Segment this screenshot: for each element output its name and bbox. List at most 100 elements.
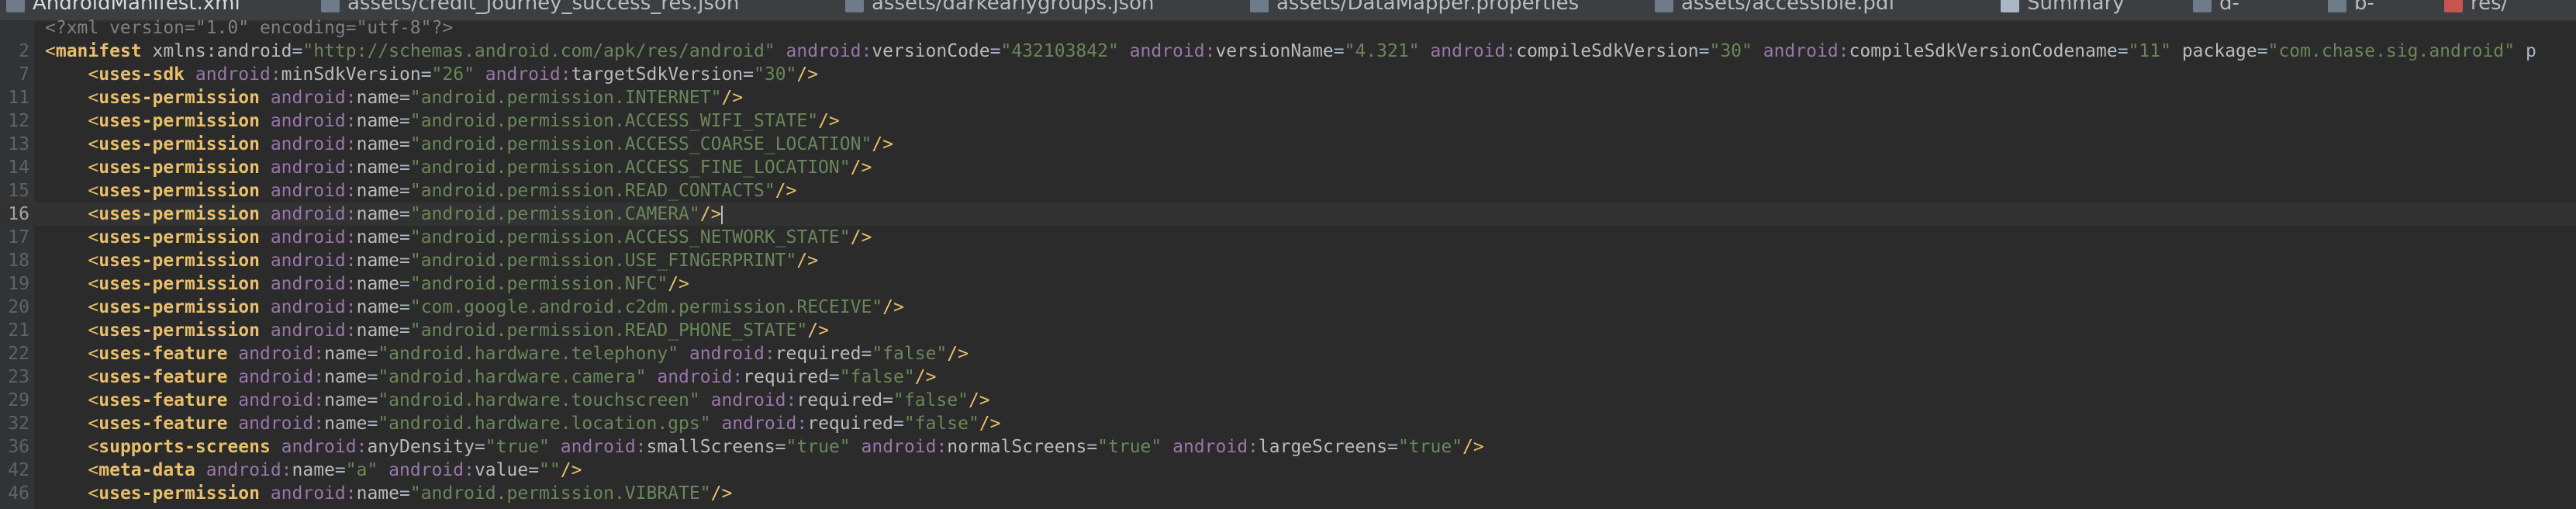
equals-sign: = [399,88,410,108]
attribute-namespace: android: [238,344,325,364]
whitespace: p [2515,41,2536,61]
attribute-value: "30" [754,64,797,85]
tag-bracket: /> [721,88,744,108]
attribute-name: name [356,111,399,131]
tab-androidmanifest-xml[interactable]: AndroidManifest.xml [6,0,240,16]
code-text: <uses-feature android:name="android.hard… [45,342,969,365]
tag-bracket: < [88,181,99,201]
attribute-value: "android.hardware.telephony" [378,344,679,364]
attribute-namespace: android: [205,460,292,480]
xml-file-icon [6,0,25,12]
equals-sign: = [1333,41,1345,61]
line-number: 16 [8,204,29,224]
attribute-value: "true" [1097,437,1162,457]
tab-assets-accessible-pdf[interactable]: assets/accessible.pdf [1655,0,1896,16]
attribute-namespace: android: [238,390,325,410]
code-line[interactable]: 20 <uses-permission android:name="com.go… [0,296,2576,319]
attribute-namespace: android: [1763,41,1849,61]
res-folder-icon [2444,0,2463,12]
attribute-name: name [356,204,399,224]
attribute-value: "false" [903,414,979,434]
code-line[interactable]: 36 <supports-screens android:anyDensity=… [0,435,2576,459]
attribute-value: "android.hardware.location.gps" [378,414,711,434]
equals-sign: = [399,297,410,317]
tag-bracket: /> [775,181,797,201]
attribute-name: name [324,414,368,434]
attribute-name: name [356,297,399,317]
tag-bracket: < [88,64,99,85]
tag-bracket: /> [796,64,819,85]
code-text: <uses-permission android:name="android.p… [45,226,872,249]
tab-summary[interactable]: Summary [2001,0,2125,16]
tab-assets-datamapper-properties[interactable]: assets/DataMapper.properties [1250,0,1579,16]
code-line[interactable]: 16 <uses-permission android:name="androi… [0,203,2576,226]
equals-sign: = [399,134,410,154]
code-line[interactable]: 42 <meta-data android:name="a" android:v… [0,459,2576,482]
line-number: 22 [8,344,29,364]
code-line[interactable]: 2 <manifest xmlns:android="http://schemas… [0,40,2576,63]
attribute-namespace: android: [270,227,357,248]
tab-d[interactable]: d- [2193,0,2239,16]
attribute-name: smallScreens [646,437,775,457]
attribute-value: "android.permission.ACCESS_COARSE_LOCATI… [409,134,872,154]
equals-sign: = [1698,41,1710,61]
code-line[interactable]: 19 <uses-permission android:name="androi… [0,272,2576,296]
code-line[interactable]: 17 <uses-permission android:name="androi… [0,226,2576,249]
code-line[interactable]: 46 <uses-permission android:name="androi… [0,482,2576,505]
xml-declaration: <?xml version="1.0" encoding="utf-8"?> [45,18,454,38]
code-line[interactable]: <?xml version="1.0" encoding="utf-8"?> [0,16,2576,40]
tag-name: uses-permission [98,320,260,341]
attribute-name: anyDensity [367,437,475,457]
code-line[interactable]: 23 <uses-feature android:name="android.h… [0,365,2576,389]
code-line[interactable]: 13 <uses-permission android:name="androi… [0,133,2576,156]
tag-name: uses-permission [98,274,260,294]
tab-assets-credit-journey-success-res-json[interactable]: assets/credit_journey_success_res.json [321,0,739,16]
code-line[interactable]: 7 <uses-sdk android:minSdkVersion="26" a… [0,63,2576,86]
equals-sign: = [399,181,410,201]
code-line[interactable]: 18 <uses-permission android:name="androi… [0,249,2576,272]
attribute-name: name [356,251,399,271]
line-number: 46 [8,483,29,504]
tag-bracket: < [88,204,99,224]
equals-sign: = [743,64,754,85]
tab-res[interactable]: res/ [2444,0,2508,16]
code-line[interactable]: 11 <uses-permission android:name="androi… [0,86,2576,109]
attribute-value: "true" [485,437,550,457]
attribute-namespace: android: [270,204,357,224]
code-line[interactable]: 22 <uses-feature android:name="android.h… [0,342,2576,365]
code-line[interactable]: 12 <uses-permission android:name="androi… [0,109,2576,133]
code-line[interactable]: 32 <uses-feature android:name="android.h… [0,412,2576,435]
code-line[interactable]: 14 <uses-permission android:name="androi… [0,156,2576,179]
code-line[interactable]: 15 <uses-permission android:name="androi… [0,179,2576,203]
line-number: 18 [8,251,29,271]
tab-label: assets/darkearlygroups.json [872,0,1155,15]
summary-icon [2001,0,2019,12]
code-line[interactable]: 21 <uses-permission android:name="androi… [0,319,2576,342]
line-number: 17 [8,227,29,248]
code-editor[interactable]: <?xml version="1.0" encoding="utf-8"?> 2 <… [0,18,2576,509]
equals-sign: = [474,437,485,457]
attribute-namespace: android: [689,344,775,364]
tag-bracket: /> [850,158,872,178]
attribute-name: versionCode [872,41,990,61]
code-text: <uses-permission android:name="android.p… [45,156,872,179]
code-line[interactable]: 29 <uses-feature android:name="android.h… [0,389,2576,412]
code-text: <uses-permission android:name="android.p… [45,109,839,133]
tab-assets-darkearlygroups-json[interactable]: assets/darkearlygroups.json [845,0,1154,16]
tab-b[interactable]: b- [2328,0,2374,16]
attribute-name: name [356,320,399,341]
code-text: <uses-permission android:name="android.p… [45,86,743,109]
attribute-name: minSdkVersion [281,64,421,85]
code-text: <uses-permission android:name="android.p… [45,272,689,296]
